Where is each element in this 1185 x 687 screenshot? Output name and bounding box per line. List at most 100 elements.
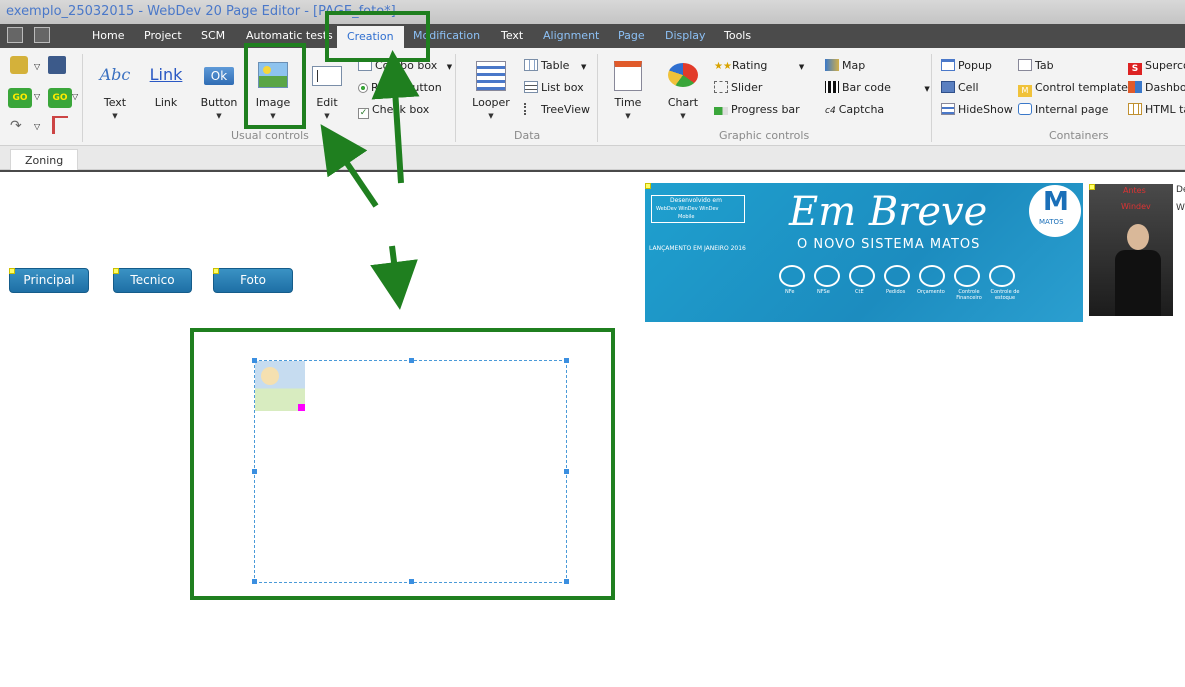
quick-access-page-icon[interactable] (34, 27, 50, 43)
text-control-button[interactable]: Abc Text ▼ (90, 58, 140, 120)
list-box-label: List box (541, 81, 584, 94)
slider-control[interactable]: Slider (714, 79, 762, 97)
pie-chart-icon (668, 63, 698, 87)
popup-control[interactable]: Popup (941, 57, 992, 75)
tab-alignment[interactable]: Alignment (543, 24, 599, 48)
time-control-button[interactable]: Time ▼ (603, 58, 653, 120)
control-template-control[interactable]: M Control template (1018, 79, 1128, 97)
annotation-box-canvas (190, 328, 615, 600)
looper-control-button[interactable]: Looper ▼ (466, 58, 516, 120)
list-box-control[interactable]: List box (524, 79, 584, 97)
supercontrol-label: Superco (1145, 59, 1185, 72)
chart-control-button[interactable]: Chart ▼ (658, 58, 708, 120)
progress-bar-control[interactable]: Progress bar (714, 101, 800, 119)
person-body (1115, 250, 1161, 316)
tab-project[interactable]: Project (144, 24, 182, 48)
dashboard-control[interactable]: Dashbo (1128, 79, 1185, 97)
financeiro-icon (954, 265, 980, 287)
chevron-down-icon[interactable]: ▽ (34, 62, 40, 71)
chevron-down-icon: ▼ (488, 112, 494, 120)
table-icon (524, 59, 538, 71)
tab-zoning[interactable]: Zoning (10, 149, 79, 170)
text-control-icon: Abc (99, 65, 131, 84)
edit-field-icon (312, 66, 342, 86)
logo-letter: M (1043, 187, 1069, 217)
icon-label: Pedidos (886, 289, 906, 295)
cell-control[interactable]: Cell (941, 79, 979, 97)
dashboard-icon (1128, 81, 1142, 93)
chevron-down-icon: ▼ (924, 85, 930, 93)
bar-code-control[interactable]: Bar code ▼ (825, 79, 930, 97)
html-table-control[interactable]: HTML ta (1128, 101, 1185, 119)
popup-label: Popup (958, 59, 992, 72)
chevron-down-icon[interactable]: ▽ (34, 122, 40, 131)
html-table-icon (1128, 103, 1142, 115)
map-control[interactable]: Map (825, 57, 865, 75)
chevron-down-icon: ▼ (216, 112, 222, 120)
list-box-icon (524, 81, 538, 93)
radio-button-control[interactable]: Radio button (358, 79, 442, 97)
tab-text[interactable]: Text (501, 24, 523, 48)
button-control-button[interactable]: Ok Button ▼ (194, 58, 244, 120)
anchor-marker (645, 183, 651, 189)
annotation-box-creation (325, 11, 430, 62)
pedidos-icon (884, 265, 910, 287)
check-box-label: Check box (372, 103, 430, 116)
annotation-box-image (244, 43, 306, 129)
hideshow-icon (941, 103, 955, 115)
menu-bar: Home Project SCM Automatic tests Creatio… (0, 24, 1185, 49)
em-breve-banner: Desenvolvido em WebDev WinDev WinDev Mob… (645, 183, 1083, 322)
tab-label: Tab (1035, 59, 1054, 72)
edge-text: Wi (1176, 203, 1185, 213)
captcha-label: Captcha (838, 103, 885, 116)
divider (0, 170, 1185, 172)
captcha-control[interactable]: c4 Captcha (825, 101, 884, 119)
rating-control[interactable]: ★★Rating ▼ (714, 57, 804, 75)
treeview-control[interactable]: TreeView (524, 101, 590, 119)
anchor-marker (9, 268, 15, 274)
table-label: Table (541, 59, 570, 72)
redo-icon[interactable]: ↷ (10, 118, 22, 134)
tab-tools[interactable]: Tools (724, 24, 751, 48)
quick-access-grid-icon[interactable] (7, 27, 23, 43)
tab-page[interactable]: Page (618, 24, 645, 48)
principal-button[interactable]: Principal (9, 268, 89, 293)
supercontrol-icon: S (1128, 63, 1142, 75)
link-control-button[interactable]: Link Link (141, 58, 191, 120)
headline: Em Breve (789, 189, 988, 235)
chevron-down-icon[interactable]: ▽ (72, 92, 78, 101)
open-folder-icon[interactable] (10, 56, 28, 74)
group-label-containers: Containers (1049, 129, 1109, 142)
foto-button[interactable]: Foto (213, 268, 293, 293)
go-page-icon[interactable]: GO (48, 88, 72, 108)
chevron-down-icon: ▼ (680, 112, 686, 120)
chevron-down-icon[interactable]: ▽ (34, 92, 40, 101)
tab-display[interactable]: Display (665, 24, 706, 48)
estoque-icon (989, 265, 1015, 287)
tab-home[interactable]: Home (92, 24, 124, 48)
text-control-label: Text (103, 96, 127, 109)
save-icon[interactable] (48, 56, 66, 74)
edit-control-button[interactable]: Edit ▼ (302, 58, 352, 120)
launch-text: LANÇAMENTO EM JANEIRO 2016 (649, 245, 746, 252)
tab-icon (1018, 59, 1032, 71)
chevron-down-icon: ▼ (112, 112, 118, 120)
hideshow-control[interactable]: HideShow (941, 101, 1013, 119)
check-box-control[interactable]: ✓ Check box (358, 101, 429, 119)
products-text: WebDev WinDev WinDev (656, 206, 719, 212)
tecnico-button[interactable]: Tecnico (113, 268, 192, 293)
icon-label: NFe (785, 289, 795, 295)
group-label-graphic-controls: Graphic controls (719, 129, 810, 142)
go-icon[interactable]: GO (8, 88, 32, 108)
progress-bar-icon (714, 107, 728, 115)
table-control[interactable]: Table ▼ (524, 57, 586, 75)
supercontrol-control[interactable]: SSuperco (1128, 57, 1185, 75)
icon-label: NFSe (817, 289, 830, 295)
tree-icon[interactable] (52, 116, 68, 134)
tab-control[interactable]: Tab (1018, 57, 1054, 75)
internal-page-control[interactable]: Internal page (1018, 101, 1108, 119)
tab-scm[interactable]: SCM (201, 24, 225, 48)
person-photo: Antes Windev (1089, 184, 1173, 316)
orcamento-icon (919, 265, 945, 287)
progress-bar-label: Progress bar (731, 103, 800, 116)
